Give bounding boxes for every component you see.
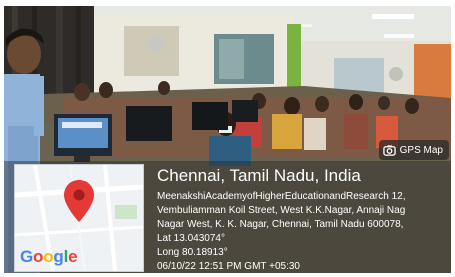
address-line-3: Nagar West, K. K. Nagar, Chennai, Tamil … bbox=[157, 219, 404, 230]
longitude-text: Long 80.18913° bbox=[157, 247, 228, 258]
google-logo: Google bbox=[20, 247, 78, 267]
mini-map: Google bbox=[14, 164, 144, 272]
camera-icon bbox=[382, 144, 396, 156]
datetime-text: 06/10/22 12:51 PM GMT +05:30 bbox=[157, 261, 300, 272]
gps-map-badge: GPS Map bbox=[378, 140, 449, 160]
google-logo-letter: g bbox=[53, 247, 64, 266]
latitude-text: Lat 13.043074° bbox=[157, 233, 225, 244]
google-logo-letter: o bbox=[43, 247, 54, 266]
google-logo-text: Google bbox=[20, 247, 78, 267]
map-pin-icon bbox=[64, 180, 94, 222]
google-logo-letter: o bbox=[33, 247, 44, 266]
google-logo-letter: G bbox=[20, 247, 34, 266]
gps-map-label: GPS Map bbox=[399, 144, 443, 156]
city-title: Chennai, Tamil Nadu, India bbox=[157, 166, 361, 185]
google-logo-letter: e bbox=[68, 247, 78, 266]
address-line-1: MeenakshiAcademyofHigherEducationandRese… bbox=[157, 191, 406, 202]
address-line-2: Vembuliamman Koil Street, West K.K.Nagar… bbox=[157, 205, 406, 216]
